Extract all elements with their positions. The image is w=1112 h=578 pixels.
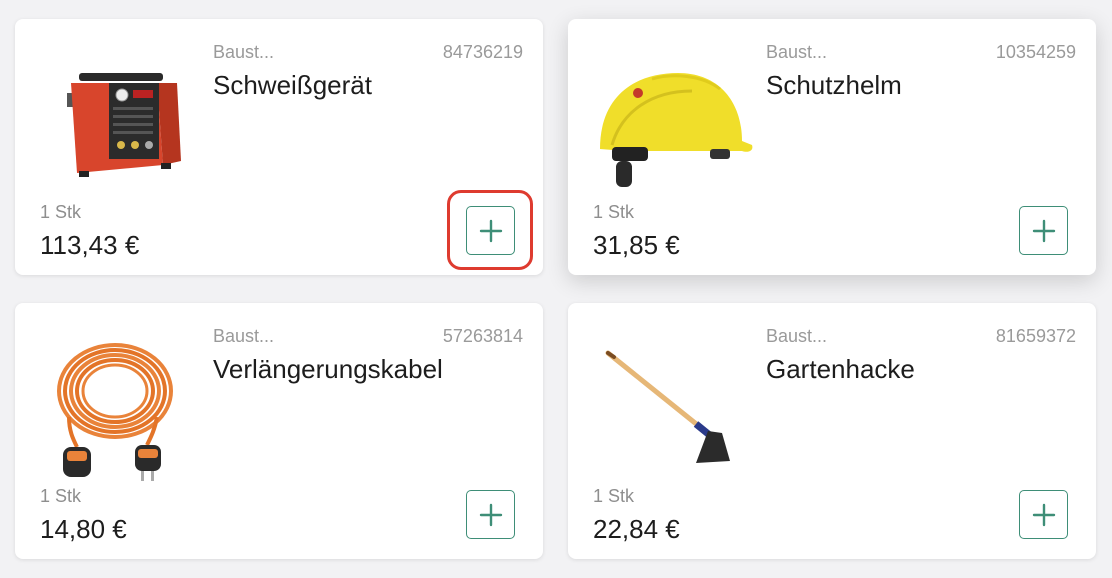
quantity-label: 1 Stk (40, 486, 82, 506)
supplier-label: Baust... (766, 326, 828, 346)
garden-hoe-icon (592, 321, 760, 489)
price-label: 31,85 € (593, 230, 680, 260)
product-card[interactable]: Baust... 81659372 Gartenhacke 1 Stk 22,8… (568, 303, 1096, 559)
add-to-cart-button[interactable] (466, 206, 515, 255)
article-number: 84736219 (442, 42, 523, 62)
plus-icon (1032, 219, 1055, 242)
supplier-label: Baust... (213, 42, 275, 62)
article-number: 57263814 (442, 326, 523, 346)
add-to-cart-button[interactable] (1019, 206, 1068, 255)
product-name[interactable]: Gartenhacke (766, 354, 915, 385)
welding-machine-icon (39, 37, 207, 205)
product-name[interactable]: Verlängerungskabel (213, 354, 443, 385)
article-number: 10354259 (995, 42, 1076, 62)
price-label: 22,84 € (593, 514, 680, 544)
product-card[interactable]: Baust... 10354259 Schutzhelm 1 Stk 31,85… (568, 19, 1096, 275)
supplier-label: Baust... (213, 326, 275, 346)
extension-cable-icon (39, 321, 207, 489)
quantity-label: 1 Stk (593, 202, 635, 222)
product-card[interactable]: Baust... 84736219 Schweißgerät 1 Stk 113… (15, 19, 543, 275)
product-name[interactable]: Schutzhelm (766, 70, 902, 101)
price-label: 14,80 € (40, 514, 127, 544)
supplier-label: Baust... (766, 42, 828, 62)
plus-icon (479, 503, 502, 526)
quantity-label: 1 Stk (593, 486, 635, 506)
plus-icon (1032, 503, 1055, 526)
safety-helmet-icon (592, 37, 760, 205)
add-to-cart-button[interactable] (1019, 490, 1068, 539)
product-card[interactable]: Baust... 57263814 Verlängerungskabel 1 S… (15, 303, 543, 559)
plus-icon (479, 219, 502, 242)
add-to-cart-button[interactable] (466, 490, 515, 539)
product-name[interactable]: Schweißgerät (213, 70, 372, 101)
quantity-label: 1 Stk (40, 202, 82, 222)
price-label: 113,43 € (40, 230, 140, 260)
article-number: 81659372 (995, 326, 1076, 346)
